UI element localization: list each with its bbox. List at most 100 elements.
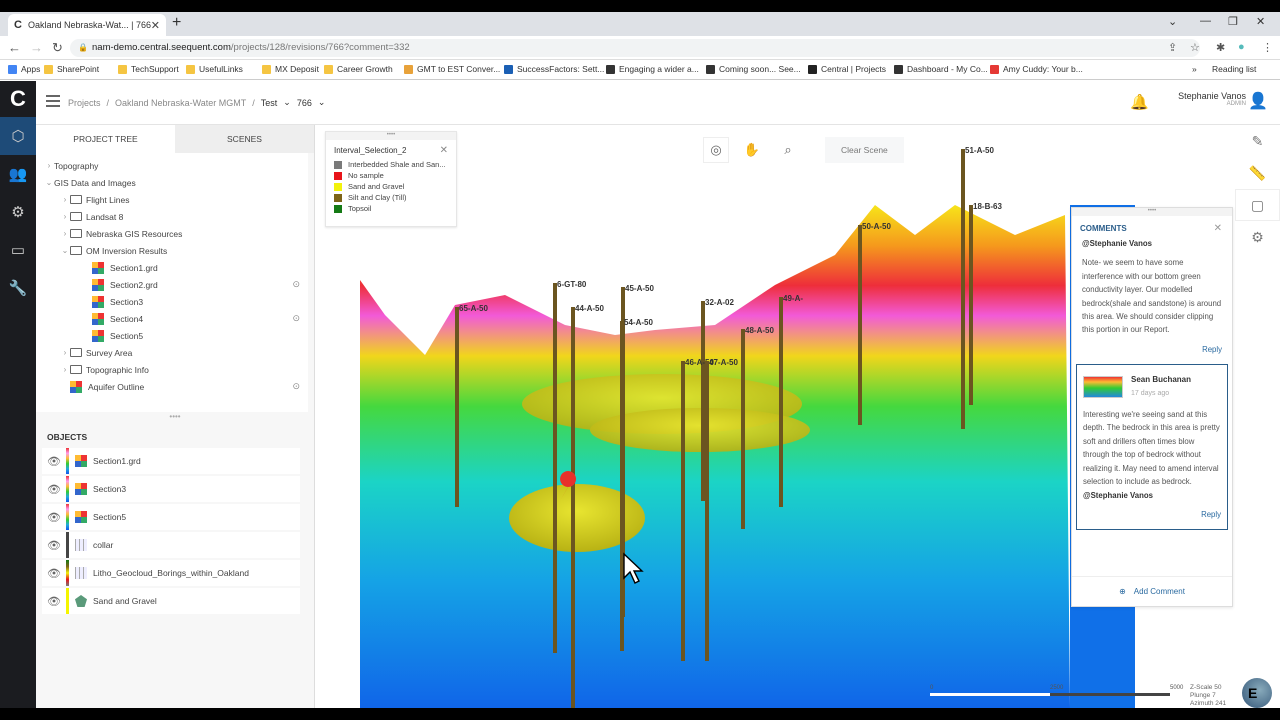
visibility-eye-icon[interactable]: 👁 <box>42 483 66 496</box>
object-row[interactable]: 👁 Section1.grd <box>42 448 300 474</box>
tree-item[interactable]: ⌄ OM Inversion Results <box>36 242 308 259</box>
tree-item[interactable]: Section1.grd <box>36 259 308 276</box>
comment-selected[interactable]: Sean Buchanan 17 days ago Interesting we… <box>1076 364 1228 531</box>
visibility-eye-icon[interactable]: 👁 <box>42 567 66 580</box>
borehole-trace[interactable] <box>681 361 685 661</box>
visibility-eye-icon[interactable]: 👁 <box>42 455 66 468</box>
borehole-trace[interactable] <box>705 361 709 661</box>
borehole-trace[interactable] <box>571 307 575 708</box>
reading-list-button[interactable]: Reading list <box>1212 64 1256 74</box>
object-row[interactable]: 👁 collar <box>42 532 300 558</box>
close-window-button[interactable]: ✕ <box>1256 15 1265 28</box>
tree-item[interactable]: › Flight Lines <box>36 191 308 208</box>
bookmark-item[interactable]: Amy Cuddy: Your b... <box>990 64 1083 74</box>
restore-button[interactable]: ❐ <box>1228 15 1238 28</box>
url-field[interactable]: 🔒 nam-demo.central.seequent.com/projects… <box>70 39 1200 57</box>
bookmark-item[interactable]: MX Deposit <box>262 64 319 74</box>
add-to-scene-icon[interactable]: ⊙ <box>292 279 300 290</box>
object-row[interactable]: 👁 Section5 <box>42 504 300 530</box>
borehole-trace[interactable] <box>741 329 745 529</box>
crumb-revision[interactable]: 766 <box>297 98 312 108</box>
tree-item[interactable]: ⌄ GIS Data and Images <box>36 174 308 191</box>
borehole-trace[interactable] <box>455 307 459 507</box>
borehole-trace[interactable] <box>779 297 783 507</box>
bookmark-item[interactable]: UsefulLinks <box>186 64 243 74</box>
tree-item[interactable]: › Topography <box>36 157 308 174</box>
user-menu[interactable]: Stephanie Vanos ADMIN <box>1164 91 1246 107</box>
bookmark-item[interactable]: Dashboard - My Co... <box>894 64 988 74</box>
caret-icon[interactable]: › <box>60 212 70 221</box>
add-to-scene-icon[interactable]: ⊙ <box>292 313 300 324</box>
bookmark-item[interactable]: SharePoint <box>44 64 99 74</box>
bookmark-item[interactable]: Engaging a wider a... <box>606 64 699 74</box>
borehole-trace[interactable] <box>701 301 705 501</box>
menu-icon[interactable]: ⋮ <box>1262 41 1273 54</box>
caret-icon[interactable]: › <box>44 161 54 170</box>
close-icon[interactable]: ✕ <box>1214 223 1222 234</box>
object-row[interactable]: 👁 Section3 <box>42 476 300 502</box>
tab-scenes[interactable]: SCENES <box>175 125 314 153</box>
reload-icon[interactable]: ↻ <box>52 40 63 56</box>
bookmark-item[interactable]: Central | Projects <box>808 64 886 74</box>
reply-link[interactable]: Reply <box>1082 343 1222 356</box>
crumb-projects[interactable]: Projects <box>68 98 101 108</box>
measure-ruler-icon[interactable]: 📏 <box>1235 157 1280 189</box>
tree-item[interactable]: Section2.grd ⊙ <box>36 276 308 293</box>
bookmark-item[interactable]: Coming soon... See... <box>706 64 801 74</box>
compass-icon[interactable]: E <box>1242 678 1272 708</box>
tree-item[interactable]: › Nebraska GIS Resources <box>36 225 308 242</box>
add-to-scene-icon[interactable]: ⊙ <box>292 381 300 392</box>
settings-gear-icon[interactable]: ⚙ <box>1235 221 1280 253</box>
minimize-button[interactable]: — <box>1200 15 1211 27</box>
calendar-icon[interactable]: ▭ <box>0 231 36 269</box>
extensions-icon[interactable]: ✱ <box>1216 41 1225 54</box>
orbit-icon[interactable]: ◎ <box>703 137 729 163</box>
bookmark-item[interactable]: SuccessFactors: Sett... <box>504 64 604 74</box>
profile-icon[interactable]: ● <box>1238 41 1245 53</box>
tab-search-icon[interactable]: ⌄ <box>1168 15 1177 28</box>
borehole-trace[interactable] <box>620 321 624 651</box>
chevron-down-icon[interactable]: ⌄ <box>283 97 291 108</box>
borehole-trace[interactable] <box>961 149 965 429</box>
central-logo-icon[interactable]: C <box>0 81 36 117</box>
bookmark-star-icon[interactable]: ☆ <box>1190 41 1200 54</box>
bookmarks-overflow-icon[interactable]: » <box>1192 64 1197 74</box>
hamburger-menu-icon[interactable] <box>46 95 60 107</box>
drag-handle[interactable]: •••• <box>326 132 456 140</box>
3d-viewport[interactable]: 6-GT-80 45-A-50 65-A-50 44-A-50 54-A-50 32-A-… <box>315 125 1235 708</box>
object-row[interactable]: 👁 Litho_Geocloud_Borings_within_Oakland <box>42 560 300 586</box>
object-row[interactable]: 👁 Sand and Gravel <box>42 588 300 614</box>
comments-icon[interactable]: ▢ <box>1235 189 1280 221</box>
projects-icon[interactable]: ⬡ <box>0 117 36 155</box>
caret-icon[interactable]: ⌄ <box>44 178 54 187</box>
crumb-project[interactable]: Oakland Nebraska-Water MGMT <box>115 98 246 108</box>
comment-thumbnail[interactable] <box>1083 375 1123 398</box>
add-comment-button[interactable]: ⊕ Add Comment <box>1072 576 1232 606</box>
caret-icon[interactable]: › <box>60 365 70 374</box>
drag-handle[interactable]: •••• <box>1072 208 1232 216</box>
tree-item[interactable]: › Landsat 8 <box>36 208 308 225</box>
panel-splitter-handle[interactable]: •••• <box>36 412 314 424</box>
draw-pen-icon[interactable]: ✎ <box>1235 125 1280 157</box>
caret-icon[interactable]: ⌄ <box>60 246 70 255</box>
tree-item[interactable]: › Topographic Info <box>36 361 308 378</box>
tree-item[interactable]: › Survey Area <box>36 344 308 361</box>
zoom-search-icon[interactable]: ⌕ <box>775 137 801 163</box>
caret-icon[interactable]: › <box>60 229 70 238</box>
visibility-eye-icon[interactable]: 👁 <box>42 539 66 552</box>
browser-tab[interactable]: C Oakland Nebraska-Wat... | 766 ✕ <box>8 14 166 36</box>
share-icon[interactable]: ⇪ <box>1168 41 1177 54</box>
forward-icon[interactable]: → <box>30 40 43 55</box>
chevron-down-icon[interactable]: ⌄ <box>318 97 326 108</box>
settings-icon[interactable]: ⚙ <box>0 193 36 231</box>
tree-item[interactable]: Aquifer Outline ⊙ <box>36 378 308 395</box>
pan-hand-icon[interactable]: ✋ <box>739 137 765 163</box>
tree-item[interactable]: Section3 <box>36 293 308 310</box>
interval-legend[interactable]: •••• Interval_Selection_2 ✕ Interbedded S… <box>325 131 457 227</box>
tree-item[interactable]: Section4 ⊙ <box>36 310 308 327</box>
tab-project-tree[interactable]: PROJECT TREE <box>36 125 175 153</box>
tree-item[interactable]: Section5 <box>36 327 308 344</box>
visibility-eye-icon[interactable]: 👁 <box>42 595 66 608</box>
bookmark-item[interactable]: Career Growth <box>324 64 393 74</box>
users-icon[interactable]: 👥 <box>0 155 36 193</box>
